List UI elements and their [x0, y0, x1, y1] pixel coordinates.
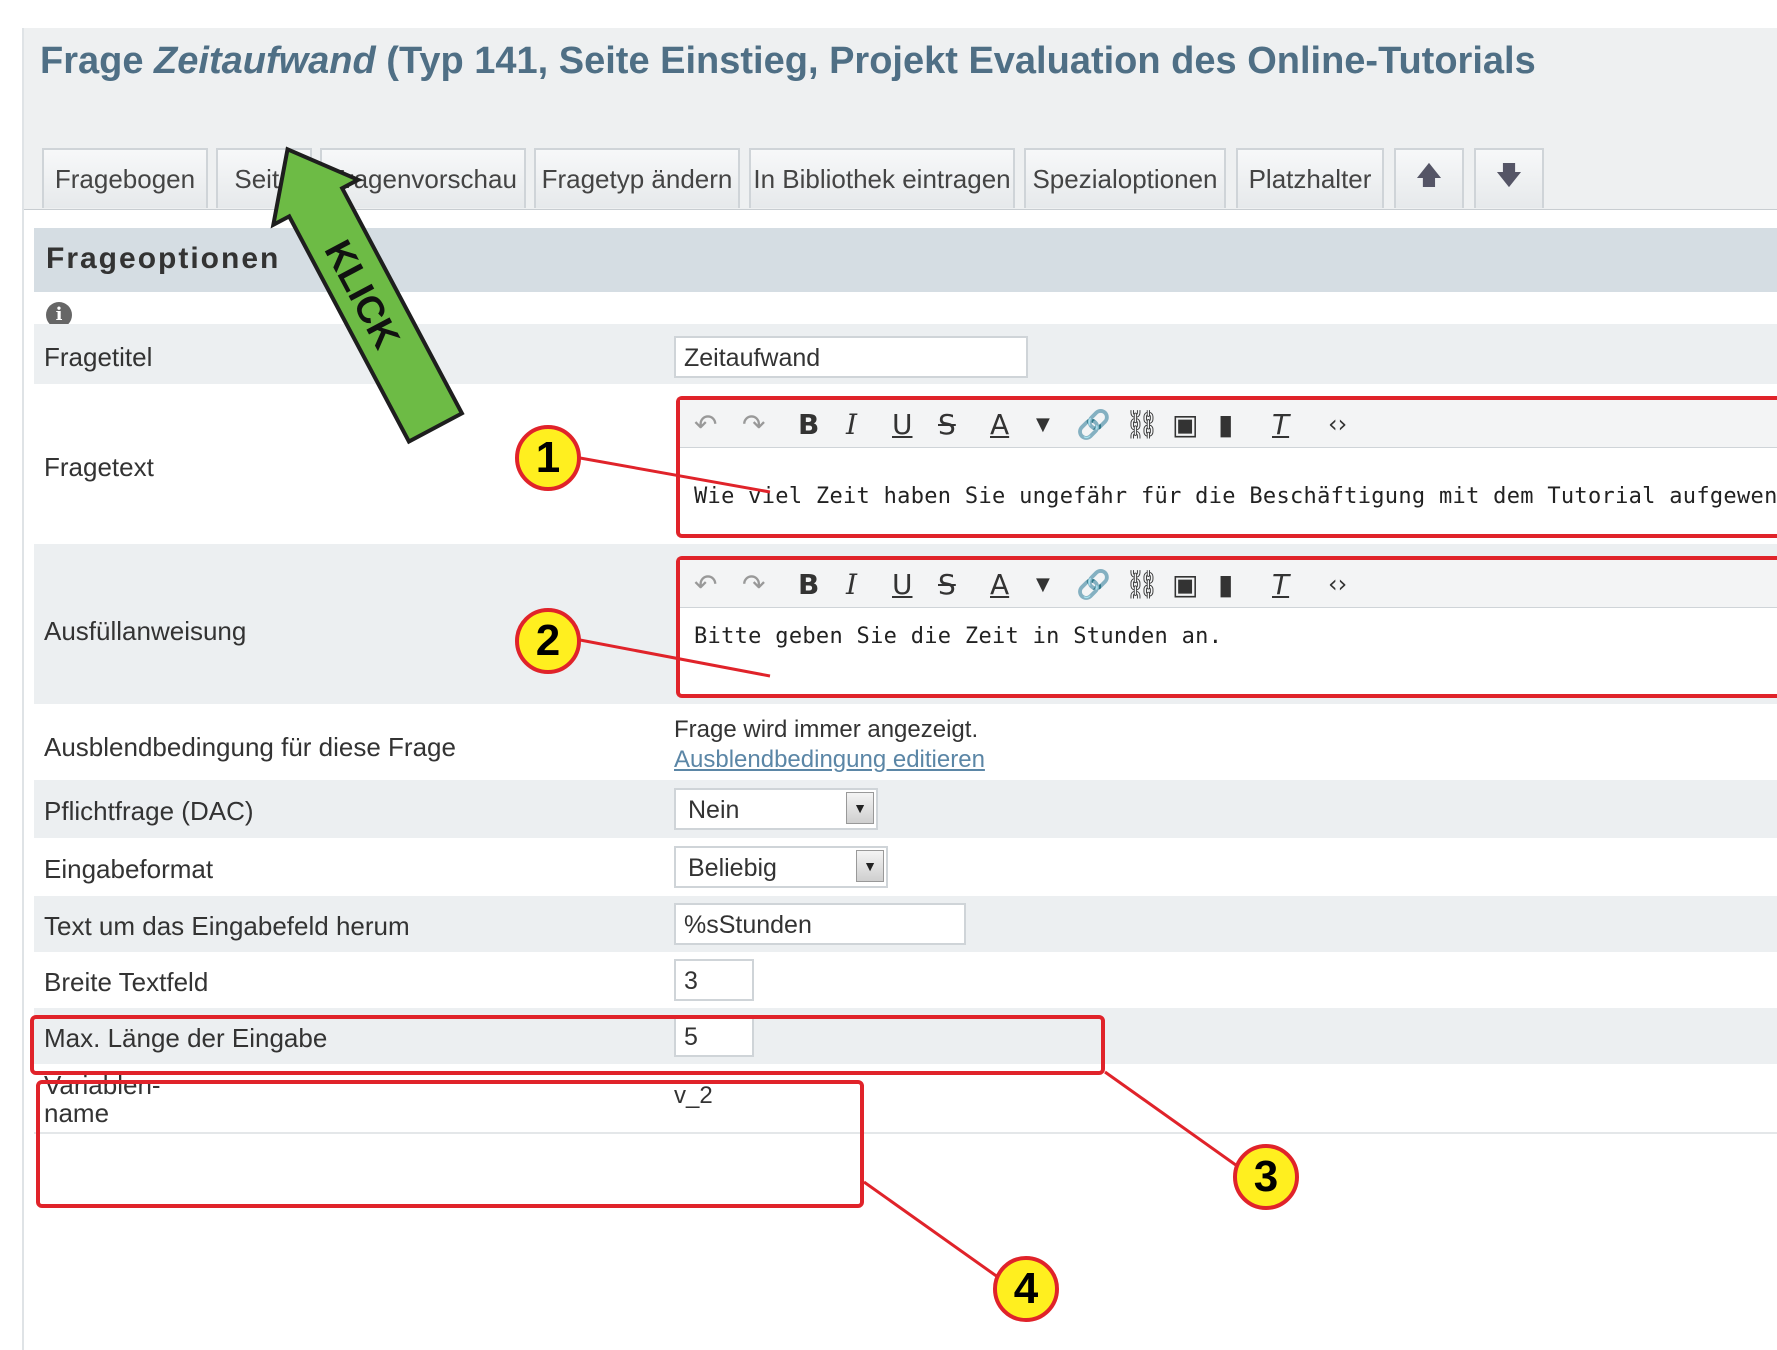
- title-prefix: Frage: [40, 40, 155, 82]
- italic-icon[interactable]: I: [846, 568, 857, 601]
- clear-format-icon[interactable]: T: [1272, 408, 1289, 441]
- strikethrough-icon[interactable]: S: [938, 568, 956, 601]
- row-variablenname: Variablen- name v_2: [34, 1064, 1777, 1134]
- editor-toolbar: ↶ ↷ B I U S A ▼ 🔗 ⛓ ▣ ▮ T ‹›: [680, 400, 1777, 448]
- italic-icon[interactable]: I: [846, 408, 857, 441]
- label-fragetitel: Fragetitel: [44, 342, 153, 372]
- pflichtfrage-select[interactable]: Nein ▼: [674, 788, 878, 830]
- label-fragetext: Fragetext: [44, 452, 154, 482]
- text-um-eingabefeld-input[interactable]: %sStunden: [674, 903, 966, 945]
- callout-badge-3: 3: [1233, 1144, 1299, 1210]
- row-ausblendbedingung: Ausblendbedingung für diese Frage Frage …: [34, 704, 1777, 780]
- source-code-icon[interactable]: ‹›: [1328, 570, 1347, 598]
- label-text-um-eingabefeld: Text um das Eingabefeld herum: [44, 911, 410, 941]
- tab-bar: Fragebogen Seite Fragenvorschau Fragetyp…: [24, 98, 1777, 210]
- ausblend-status: Frage wird immer angezeigt.: [674, 716, 979, 743]
- fragetext-content: Wie viel Zeit haben Sie ungefähr für die…: [694, 484, 1777, 509]
- dropdown-caret-icon[interactable]: ▼: [1036, 414, 1050, 435]
- label-eingabeformat: Eingabeformat: [44, 854, 214, 884]
- tab-platzhalter[interactable]: Platzhalter: [1236, 148, 1384, 208]
- strikethrough-icon[interactable]: S: [938, 408, 956, 441]
- underline-icon[interactable]: U: [892, 568, 913, 601]
- pflichtfrage-value: Nein: [688, 796, 740, 824]
- max-laenge-input[interactable]: 5: [674, 1015, 754, 1057]
- ausblend-edit-link[interactable]: Ausblendbedingung editieren: [674, 746, 985, 774]
- label-pflichtfrage: Pflichtfrage (DAC): [44, 796, 254, 826]
- editor-toolbar: ↶ ↷ B I U S A ▼ 🔗 ⛓ ▣ ▮ T ‹›: [680, 560, 1777, 608]
- underline-icon[interactable]: U: [892, 408, 913, 441]
- variablenname-value: v_2: [674, 1082, 713, 1109]
- unlink-icon[interactable]: ⛓: [1124, 408, 1160, 441]
- redo-icon[interactable]: ↷: [742, 408, 765, 441]
- tab-seite[interactable]: Seite: [216, 148, 312, 208]
- ausfuellanweisung-content: Bitte geben Sie die Zeit in Stunden an.: [694, 624, 1223, 649]
- page-title: Frage Zeitaufwand (Typ 141, Seite Einsti…: [40, 40, 1536, 83]
- eingabeformat-select[interactable]: Beliebig ▼: [674, 846, 888, 888]
- label-max-laenge: Max. Länge der Eingabe: [44, 1023, 328, 1053]
- section-header: Frageoptionen ⚙: [34, 228, 1777, 292]
- link-icon[interactable]: 🔗: [1076, 408, 1111, 441]
- paste-icon[interactable]: ▮: [1218, 568, 1233, 601]
- row-pflichtfrage: Pflichtfrage (DAC) Nein ▼: [34, 780, 1777, 838]
- row-breite-textfeld: Breite Textfeld 3: [34, 952, 1777, 1008]
- bold-icon[interactable]: B: [798, 408, 819, 441]
- fragetext-editor[interactable]: ↶ ↷ B I U S A ▼ 🔗 ⛓ ▣ ▮ T ‹› Wie viel Ze…: [676, 396, 1777, 538]
- row-max-laenge: Max. Länge der Eingabe 5: [34, 1008, 1777, 1064]
- unlink-icon[interactable]: ⛓: [1124, 568, 1160, 601]
- image-icon[interactable]: ▣: [1172, 568, 1198, 601]
- breite-textfeld-input[interactable]: 3: [674, 959, 754, 1001]
- clear-format-icon[interactable]: T: [1272, 568, 1289, 601]
- label-breite-textfeld: Breite Textfeld: [44, 967, 209, 997]
- label-ausblendbedingung: Ausblendbedingung für diese Frage: [44, 732, 456, 762]
- arrow-down-icon[interactable]: 🡇: [1474, 148, 1544, 208]
- label-variablenname-1: Variablen-: [44, 1070, 161, 1100]
- redo-icon[interactable]: ↷: [742, 568, 765, 601]
- app-screenshot: Frage Zeitaufwand (Typ 141, Seite Einsti…: [0, 0, 1777, 1350]
- ausfuellanweisung-editor[interactable]: ↶ ↷ B I U S A ▼ 🔗 ⛓ ▣ ▮ T ‹› Bitte geben…: [676, 556, 1777, 698]
- eingabeformat-value: Beliebig: [688, 854, 777, 882]
- row-fragetitel: Fragetitel Zeitaufwand: [34, 324, 1777, 384]
- dropdown-caret-icon[interactable]: ▼: [1036, 574, 1050, 595]
- callout-badge-4: 4: [993, 1256, 1059, 1322]
- row-text-um-eingabefeld: Text um das Eingabefeld herum %sStunden: [34, 896, 1777, 952]
- label-ausfuellanweisung: Ausfüllanweisung: [44, 616, 247, 646]
- arrow-up-icon[interactable]: 🡅: [1394, 148, 1464, 208]
- title-suffix: (Typ 141, Seite Einstieg, Projekt Evalua…: [375, 40, 1536, 82]
- text-color-icon[interactable]: A: [990, 408, 1009, 441]
- gear-icon[interactable]: ⚙: [316, 246, 346, 276]
- label-variablenname-2: name: [44, 1098, 110, 1128]
- question-options-form: Frageoptionen ⚙ i Fragetitel Zeitaufwand…: [34, 220, 1777, 1302]
- tab-spezialoptionen[interactable]: Spezialoptionen: [1024, 148, 1226, 208]
- title-bar: Frage Zeitaufwand (Typ 141, Seite Einsti…: [24, 28, 1777, 98]
- undo-icon[interactable]: ↶: [694, 568, 717, 601]
- tab-fragetyp-aendern[interactable]: Fragetyp ändern: [534, 148, 740, 208]
- chevron-down-icon[interactable]: ▼: [856, 850, 884, 882]
- callout-badge-2: 2: [515, 608, 581, 674]
- tab-in-bibliothek-eintragen[interactable]: In Bibliothek eintragen: [749, 148, 1015, 208]
- title-question-name: Zeitaufwand: [154, 40, 376, 82]
- source-code-icon[interactable]: ‹›: [1328, 410, 1347, 438]
- image-icon[interactable]: ▣: [1172, 408, 1198, 441]
- undo-icon[interactable]: ↶: [694, 408, 717, 441]
- paste-icon[interactable]: ▮: [1218, 408, 1233, 441]
- tab-fragenvorschau[interactable]: Fragenvorschau: [320, 148, 526, 208]
- fragetitel-input[interactable]: Zeitaufwand: [674, 336, 1028, 378]
- chevron-down-icon[interactable]: ▼: [846, 792, 874, 824]
- tab-fragebogen[interactable]: Fragebogen: [42, 148, 208, 208]
- bold-icon[interactable]: B: [798, 568, 819, 601]
- callout-badge-1: 1: [515, 425, 581, 491]
- link-icon[interactable]: 🔗: [1076, 568, 1111, 601]
- section-title: Frageoptionen: [46, 242, 281, 275]
- row-eingabeformat: Eingabeformat Beliebig ▼: [34, 838, 1777, 896]
- text-color-icon[interactable]: A: [990, 568, 1009, 601]
